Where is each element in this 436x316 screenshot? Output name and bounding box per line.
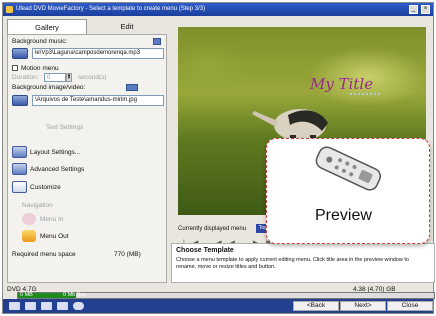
settings-icon[interactable] xyxy=(25,302,36,310)
customize-icon[interactable] xyxy=(12,181,27,193)
menu-in-icon[interactable] xyxy=(22,213,36,225)
layout-settings-button[interactable]: Layout Settings... xyxy=(30,149,80,156)
current-menu-label: Currently displayed menu xyxy=(178,226,247,232)
duration-stepper[interactable]: ▴ ▾ xyxy=(66,73,72,82)
title-bar: Ulead DVD MovieFactory - Select a templa… xyxy=(3,3,433,16)
music-info-icon[interactable] xyxy=(153,38,161,45)
navigation-label: Navigation xyxy=(22,202,53,209)
close-button[interactable]: Close xyxy=(387,301,433,311)
disc-icon[interactable] xyxy=(73,302,84,310)
template-description: Choose a menu template to apply current … xyxy=(176,257,409,270)
back-button[interactable]: <Back xyxy=(293,301,339,311)
image-options-icon[interactable] xyxy=(126,84,138,91)
capacity-bar: 0 MB 0 Mb Sec xyxy=(17,292,435,299)
menu-out-button[interactable]: Menu Out xyxy=(40,233,69,240)
customize-button[interactable]: Customize xyxy=(30,184,61,191)
app-icon xyxy=(6,6,13,13)
background-image-field[interactable]: \Arquivos de Teste\amandus-mirim.jpg xyxy=(32,95,164,106)
window-title: Ulead DVD MovieFactory - Select a templa… xyxy=(16,6,206,12)
title-decoration xyxy=(350,93,380,99)
required-space-value: 770 (MB) xyxy=(114,251,141,258)
preview-label: Preview xyxy=(315,207,372,224)
layout-settings-icon[interactable] xyxy=(12,146,27,158)
menu-title-text[interactable]: My Title xyxy=(310,75,373,93)
browse-music-button[interactable] xyxy=(12,48,28,59)
text-settings-button[interactable]: Text Settings xyxy=(46,124,83,131)
print-icon[interactable] xyxy=(57,302,68,310)
project-icon[interactable] xyxy=(41,302,52,310)
browse-image-button[interactable] xyxy=(12,95,28,106)
background-music-label: Background music: xyxy=(12,38,68,45)
edit-panel: Background music: le\Vp3\Laguna\camposde… xyxy=(7,34,167,283)
duration-input[interactable]: 0 xyxy=(44,73,66,82)
capacity-start-label: 0 MB xyxy=(20,292,33,298)
background-music-field[interactable]: le\Vp3\Laguna\camposdemorenqa.mp3 xyxy=(32,48,164,59)
advanced-settings-icon[interactable] xyxy=(12,163,27,175)
required-space-label: Required menu space xyxy=(12,251,76,258)
tab-bar: Gallery Edit xyxy=(7,19,169,34)
remote-control-icon xyxy=(315,146,382,191)
left-panel: Gallery Edit Background music: le\Vp3\La… xyxy=(7,19,169,283)
template-heading: Choose Template xyxy=(176,247,234,254)
menu-in-button[interactable]: Menu In xyxy=(40,216,64,223)
tab-gallery[interactable]: Gallery xyxy=(7,19,87,34)
close-window-button[interactable]: × xyxy=(421,5,430,14)
background-image-label: Background image/video: xyxy=(12,84,86,91)
advanced-settings-button[interactable]: Advanced Settings xyxy=(30,166,84,173)
duration-unit-label: second(s) xyxy=(78,74,107,81)
choose-template-box: Choose Template Choose a menu template t… xyxy=(171,243,435,283)
app-window: Ulead DVD MovieFactory - Select a templa… xyxy=(2,2,435,314)
motion-menu-checkbox[interactable] xyxy=(12,65,18,71)
minimize-button[interactable]: _ xyxy=(409,5,418,14)
bottom-toolbar: <Back Next> Close xyxy=(3,299,433,313)
tab-edit[interactable]: Edit xyxy=(87,19,167,34)
next-button[interactable]: Next> xyxy=(340,301,386,311)
menu-out-icon[interactable] xyxy=(22,230,36,242)
preview-callout: Preview xyxy=(266,138,430,244)
capacity-used-label: 0 Mb Sec xyxy=(63,292,87,298)
duration-label: Duration: xyxy=(12,74,39,81)
menu-icon[interactable] xyxy=(9,302,20,310)
motion-menu-label: Motion menu xyxy=(21,65,59,72)
